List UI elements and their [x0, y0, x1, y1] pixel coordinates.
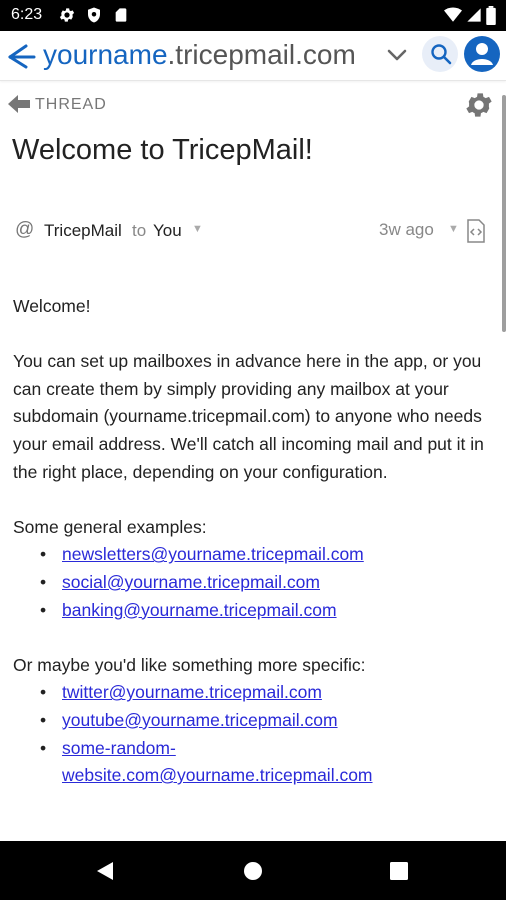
- email-link[interactable]: social@yourname.tricepmail.com: [62, 572, 320, 592]
- recipient-name[interactable]: You: [153, 221, 182, 241]
- email-link[interactable]: twitter@yourname.tricepmail.com: [62, 682, 322, 702]
- thread-header: THREAD: [0, 88, 506, 122]
- cell-signal-icon: [467, 8, 481, 22]
- body-intro: You can set up mailboxes in advance here…: [13, 351, 484, 482]
- body-greeting: Welcome!: [13, 296, 91, 316]
- time-dropdown-icon[interactable]: ▼: [448, 223, 459, 235]
- search-icon: [431, 44, 452, 65]
- list-item: social@yourname.tricepmail.com: [40, 569, 493, 597]
- search-button[interactable]: [422, 36, 458, 72]
- specific-examples-heading: Or maybe you'd like something more speci…: [13, 654, 366, 675]
- message-subject: Welcome to TricepMail!: [12, 134, 313, 166]
- status-time: 6:23: [11, 6, 43, 23]
- thread-label: THREAD: [35, 96, 107, 113]
- view-source-icon[interactable]: [466, 219, 486, 243]
- back-to-thread-button[interactable]: THREAD: [5, 88, 120, 122]
- message-time: 3w ago: [379, 220, 434, 239]
- email-link[interactable]: youtube@yourname.tricepmail.com: [62, 710, 338, 730]
- home-icon[interactable]: [243, 861, 263, 881]
- sd-card-icon: [115, 8, 127, 22]
- account-domain-selector[interactable]: yourname.tricepmail.com: [43, 38, 356, 72]
- wifi-icon: [444, 7, 462, 22]
- sender-name[interactable]: TricepMail: [44, 221, 122, 241]
- settings-gear-icon[interactable]: [463, 89, 495, 121]
- system-nav-bar: [0, 841, 506, 900]
- domain-suffix: .tricepmail.com: [167, 39, 356, 70]
- list-item: youtube@yourname.tricepmail.com: [40, 707, 493, 735]
- specific-examples-list: twitter@yourname.tricepmail.com youtube@…: [13, 679, 493, 789]
- gear-icon: [59, 8, 75, 22]
- list-item: banking@yourname.tricepmail.com: [40, 597, 493, 625]
- account-icon[interactable]: [463, 35, 501, 73]
- scrollbar[interactable]: [502, 95, 506, 332]
- message-body: Welcome! You can set up mailboxes in adv…: [13, 293, 493, 790]
- domain-subdomain: yourname: [43, 39, 168, 70]
- app-bar: yourname.tricepmail.com: [0, 31, 506, 81]
- list-item: twitter@yourname.tricepmail.com: [40, 679, 493, 707]
- email-link[interactable]: newsletters@yourname.tricepmail.com: [62, 544, 364, 564]
- app-logo-icon: [8, 44, 36, 69]
- back-icon[interactable]: [95, 861, 115, 881]
- general-examples-list: newsletters@yourname.tricepmail.com soci…: [13, 541, 493, 624]
- general-examples-heading: Some general examples:: [13, 516, 207, 537]
- at-sign-icon: @: [15, 219, 35, 240]
- battery-icon: [486, 6, 496, 25]
- chevron-down-icon[interactable]: [386, 47, 408, 63]
- email-link[interactable]: banking@yourname.tricepmail.com: [62, 600, 337, 620]
- list-item: newsletters@yourname.tricepmail.com: [40, 541, 493, 569]
- recipient-dropdown-icon[interactable]: ▼: [192, 223, 203, 235]
- to-word: to: [132, 221, 147, 240]
- email-link[interactable]: some-random-website.com@yourname.tricepm…: [62, 738, 373, 786]
- status-bar: 6:23: [0, 0, 506, 31]
- message-meta-row: @ TricepMail to You ▼ 3w ago ▼: [0, 216, 506, 246]
- recents-icon[interactable]: [390, 862, 408, 880]
- shield-icon: [88, 7, 100, 23]
- arrow-back-icon: [8, 95, 30, 113]
- list-item: some-random-website.com@yourname.tricepm…: [40, 735, 373, 790]
